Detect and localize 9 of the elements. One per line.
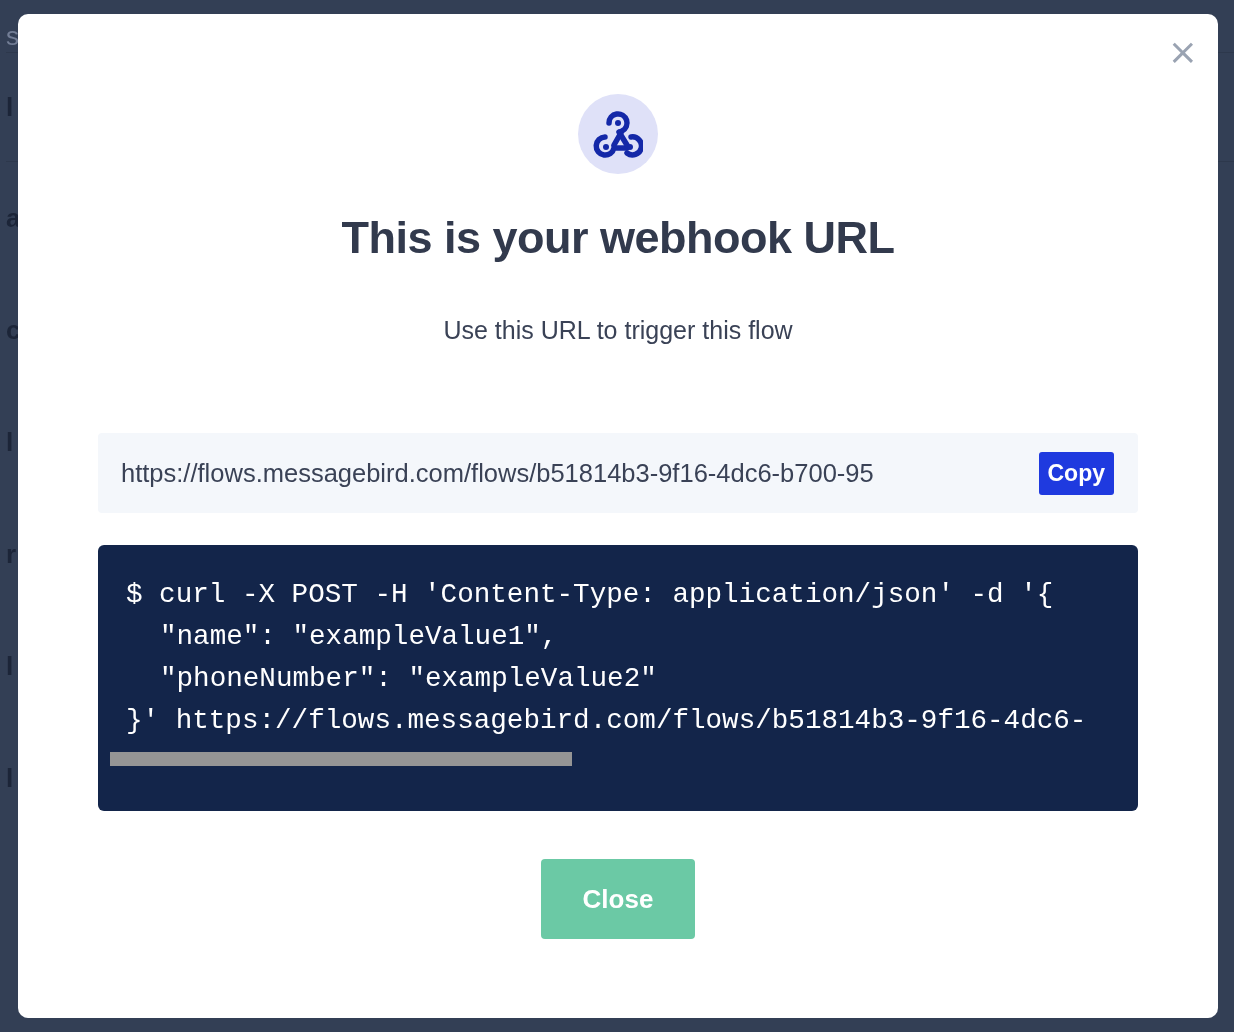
copy-button[interactable]: Copy [1038,451,1114,495]
code-line: "phoneNumber": "exampleValue2" [160,663,657,694]
background-text: s [6,21,19,52]
code-line: $ curl -X POST -H 'Content-Type: application/json' -d '{ [126,579,1054,610]
code-line: "name": "exampleValue1", [160,621,558,652]
dialog-title: This is your webhook URL [341,212,895,264]
url-field[interactable]: https://flows.messagebird.com/flows/b51814b3-9f16-4dc6-b700-95 Copy [98,433,1138,513]
code-line: }' https://flows.messagebird.com/flows/b51814b3-9f16-4dc6- [126,705,1087,736]
dialog-subtitle: Use this URL to trigger this flow [443,316,793,345]
